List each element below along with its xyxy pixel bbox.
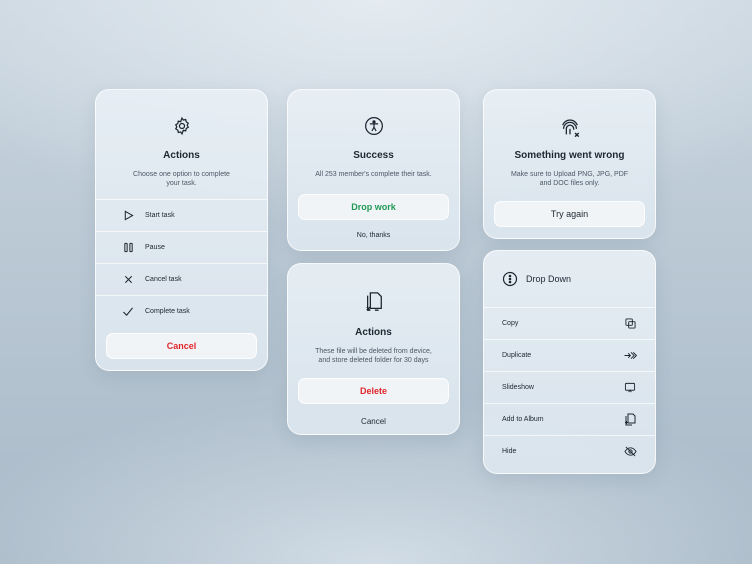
delete-button[interactable]: Delete — [298, 378, 449, 404]
menu-item-start-task[interactable]: Start task — [96, 199, 267, 231]
delete-title: Actions — [355, 327, 392, 338]
delete-card: Actions These file will be deleted from … — [287, 263, 460, 435]
dropdown-item-slideshow[interactable]: Slideshow — [484, 371, 655, 403]
delete-description-line1: These file will be deleted from device, — [315, 348, 432, 355]
actions-title: Actions — [163, 150, 200, 161]
dropdown-header[interactable]: Drop Down — [484, 251, 655, 307]
slideshow-icon — [623, 381, 637, 395]
dropdown-item-copy[interactable]: Copy — [484, 307, 655, 339]
fingerprint-x-icon — [484, 116, 655, 138]
copy-icon — [623, 317, 637, 331]
pause-icon — [121, 241, 135, 255]
actions-description-line2: your task. — [166, 180, 197, 187]
more-vertical-circle-icon — [502, 271, 518, 287]
actions-description: Choose one option to complete your task. — [96, 170, 267, 188]
x-icon — [121, 273, 135, 287]
actions-card: Actions Choose one option to complete yo… — [95, 89, 268, 371]
error-description: Make sure to Upload PNG, JPG, PDF and DO… — [484, 170, 655, 188]
success-title: Success — [353, 150, 394, 161]
menu-item-cancel-task[interactable]: Cancel task — [96, 263, 267, 295]
duplicate-arrows-icon — [623, 349, 637, 363]
cancel-button[interactable]: Cancel — [106, 333, 257, 359]
dropdown-item-label: Slideshow — [502, 384, 534, 391]
error-description-line2: and DOC files only. — [539, 180, 600, 187]
play-icon — [121, 209, 135, 223]
accessibility-icon — [288, 116, 459, 136]
menu-item-label: Start task — [145, 212, 175, 219]
try-again-button[interactable]: Try again — [494, 201, 645, 227]
add-album-icon — [623, 413, 637, 427]
dropdown-item-duplicate[interactable]: Duplicate — [484, 339, 655, 371]
dropdown-title: Drop Down — [526, 274, 572, 284]
error-description-line1: Make sure to Upload PNG, JPG, PDF — [510, 171, 629, 178]
dropdown-item-label: Hide — [502, 448, 517, 455]
success-card: Success All 253 member's complete their … — [287, 89, 460, 251]
drop-work-button[interactable]: Drop work — [298, 194, 449, 220]
success-description: All 253 member's complete their task. — [315, 171, 432, 178]
delete-description-line2: and store deleted folder for 30 days — [318, 357, 429, 364]
no-thanks-button[interactable]: No, thanks — [288, 232, 459, 239]
menu-item-label: Cancel task — [145, 276, 182, 283]
error-title: Something went wrong — [514, 150, 625, 161]
dropdown-card: Drop Down Copy Duplicate Slideshow Add t… — [483, 250, 656, 474]
menu-item-label: Complete task — [145, 308, 190, 315]
gear-icon — [96, 116, 267, 136]
eye-off-icon — [623, 445, 637, 459]
files-x-icon — [288, 291, 459, 313]
dropdown-item-label: Duplicate — [502, 352, 532, 359]
menu-item-complete-task[interactable]: Complete task — [96, 295, 267, 327]
cancel-text-button[interactable]: Cancel — [288, 417, 459, 426]
dropdown-item-hide[interactable]: Hide — [484, 435, 655, 467]
menu-item-pause[interactable]: Pause — [96, 231, 267, 263]
actions-description-line1: Choose one option to complete — [133, 171, 230, 178]
check-icon — [121, 305, 135, 319]
menu-item-label: Pause — [145, 244, 165, 251]
dropdown-item-add-to-album[interactable]: Add to Album — [484, 403, 655, 435]
dropdown-item-label: Copy — [502, 320, 519, 327]
error-card: Something went wrong Make sure to Upload… — [483, 89, 656, 239]
dropdown-item-label: Add to Album — [502, 416, 544, 423]
delete-description: These file will be deleted from device, … — [288, 347, 459, 365]
actions-list: Start task Pause Cancel task Complete ta… — [96, 199, 267, 327]
